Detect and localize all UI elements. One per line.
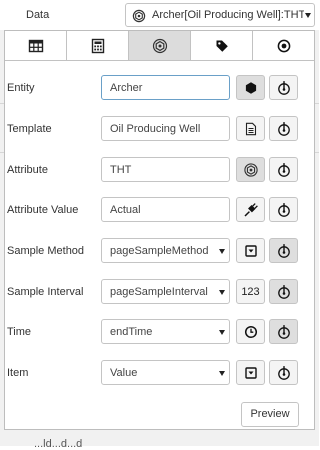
sample-method-select[interactable]: pageSampleMethod (101, 238, 230, 263)
sample-method-pin-button[interactable] (269, 238, 298, 263)
sample-interval-select[interactable]: pageSampleInterval (101, 279, 230, 304)
table-icon (28, 39, 43, 52)
dropdown-box-icon (244, 366, 257, 379)
template-type-button[interactable] (236, 116, 265, 141)
sample-method-label: Sample Method (7, 245, 85, 257)
clock-icon (244, 325, 257, 338)
sample-method-row: Sample Method pageSampleMethod (5, 238, 314, 264)
attribute-value-label: Attribute Value (7, 204, 79, 216)
data-source-select[interactable]: Archer[Oil Producing Well]:THT (125, 3, 315, 27)
time-row: Time endTime (5, 319, 314, 345)
attribute-label: Attribute (7, 164, 48, 176)
entity-input[interactable]: Archer (101, 75, 230, 100)
entity-label: Entity (7, 82, 35, 94)
background-right (315, 30, 319, 446)
entity-type-button[interactable] (236, 75, 265, 100)
attribute-input[interactable]: THT (101, 157, 230, 182)
tab-table[interactable] (5, 31, 67, 60)
time-select[interactable]: endTime (101, 319, 230, 344)
attribute-value-row: Attribute Value Actual (5, 197, 314, 223)
document-icon (245, 122, 256, 135)
tab-tag[interactable] (191, 31, 253, 60)
numeric-type-text: 123 (241, 286, 260, 298)
template-row: Template Oil Producing Well (5, 116, 314, 142)
pin-icon (277, 324, 290, 339)
data-header: Data Archer[Oil Producing Well]:THT (0, 0, 319, 30)
background-text: ...ld...d...d (34, 438, 83, 450)
chevron-down-icon (219, 290, 225, 295)
item-value: Value (110, 367, 138, 379)
template-input[interactable]: Oil Producing Well (101, 116, 230, 141)
entity-value: Archer (110, 82, 143, 94)
item-select[interactable]: Value (101, 360, 230, 385)
attribute-value-input[interactable]: Actual (101, 197, 230, 222)
item-label: Item (7, 367, 29, 379)
tab-calculator[interactable] (67, 31, 129, 60)
background-divider (315, 152, 319, 153)
chevron-down-icon (219, 371, 225, 376)
preview-button[interactable]: Preview (241, 402, 299, 427)
pin-icon (277, 162, 290, 177)
template-value: Oil Producing Well (110, 123, 201, 135)
dropdown-box-icon (244, 244, 257, 257)
attribute-type-button[interactable] (236, 157, 265, 182)
element-icon (152, 38, 167, 53)
element-icon (132, 9, 146, 23)
sample-interval-type-button[interactable]: 123 (236, 279, 265, 304)
attribute-value: THT (110, 164, 132, 176)
attribute-value-value: Actual (110, 204, 141, 216)
template-pin-button[interactable] (269, 116, 298, 141)
pin-icon (277, 365, 290, 380)
sample-method-value: pageSampleMethod (110, 245, 209, 257)
time-value: endTime (110, 326, 153, 338)
radio-target-icon (277, 39, 290, 52)
entity-row: Entity Archer (5, 75, 314, 101)
item-pin-button[interactable] (269, 360, 298, 385)
sample-method-type-button[interactable] (236, 238, 265, 263)
chevron-down-icon (219, 330, 225, 335)
item-row: Item Value (5, 360, 314, 386)
calculator-icon (91, 38, 104, 53)
pin-icon (277, 202, 290, 217)
sample-interval-label: Sample Interval (7, 286, 84, 298)
data-label: Data (26, 9, 50, 21)
entity-pin-button[interactable] (269, 75, 298, 100)
chevron-down-icon (219, 249, 225, 254)
time-type-button[interactable] (236, 319, 265, 344)
tab-radio-target[interactable] (253, 31, 314, 60)
background-divider (315, 103, 319, 104)
tab-bar (5, 31, 314, 61)
item-type-button[interactable] (236, 360, 265, 385)
sample-interval-row: Sample Interval pageSampleInterval 123 (5, 279, 314, 305)
sample-interval-pin-button[interactable] (269, 279, 298, 304)
time-label: Time (7, 326, 32, 338)
element-icon (243, 162, 258, 177)
data-source-value: Archer[Oil Producing Well]:THT (152, 9, 304, 21)
pin-icon (277, 80, 290, 95)
attribute-value-pin-button[interactable] (269, 197, 298, 222)
attribute-row: Attribute THT (5, 157, 314, 183)
pin-icon (277, 284, 290, 299)
chevron-down-icon (305, 13, 311, 18)
sample-interval-value: pageSampleInterval (110, 286, 208, 298)
attribute-pin-button[interactable] (269, 157, 298, 182)
tag-icon (216, 40, 228, 52)
time-pin-button[interactable] (269, 319, 298, 344)
attribute-value-type-button[interactable] (236, 197, 265, 222)
hexagon-icon (245, 81, 256, 94)
pin-icon (277, 121, 290, 136)
data-config-panel: Entity Archer Template Oil Producing Wel… (4, 30, 315, 430)
pin-icon (277, 243, 290, 258)
template-label: Template (7, 123, 52, 135)
plug-icon (243, 202, 258, 217)
tab-element[interactable] (129, 31, 191, 60)
